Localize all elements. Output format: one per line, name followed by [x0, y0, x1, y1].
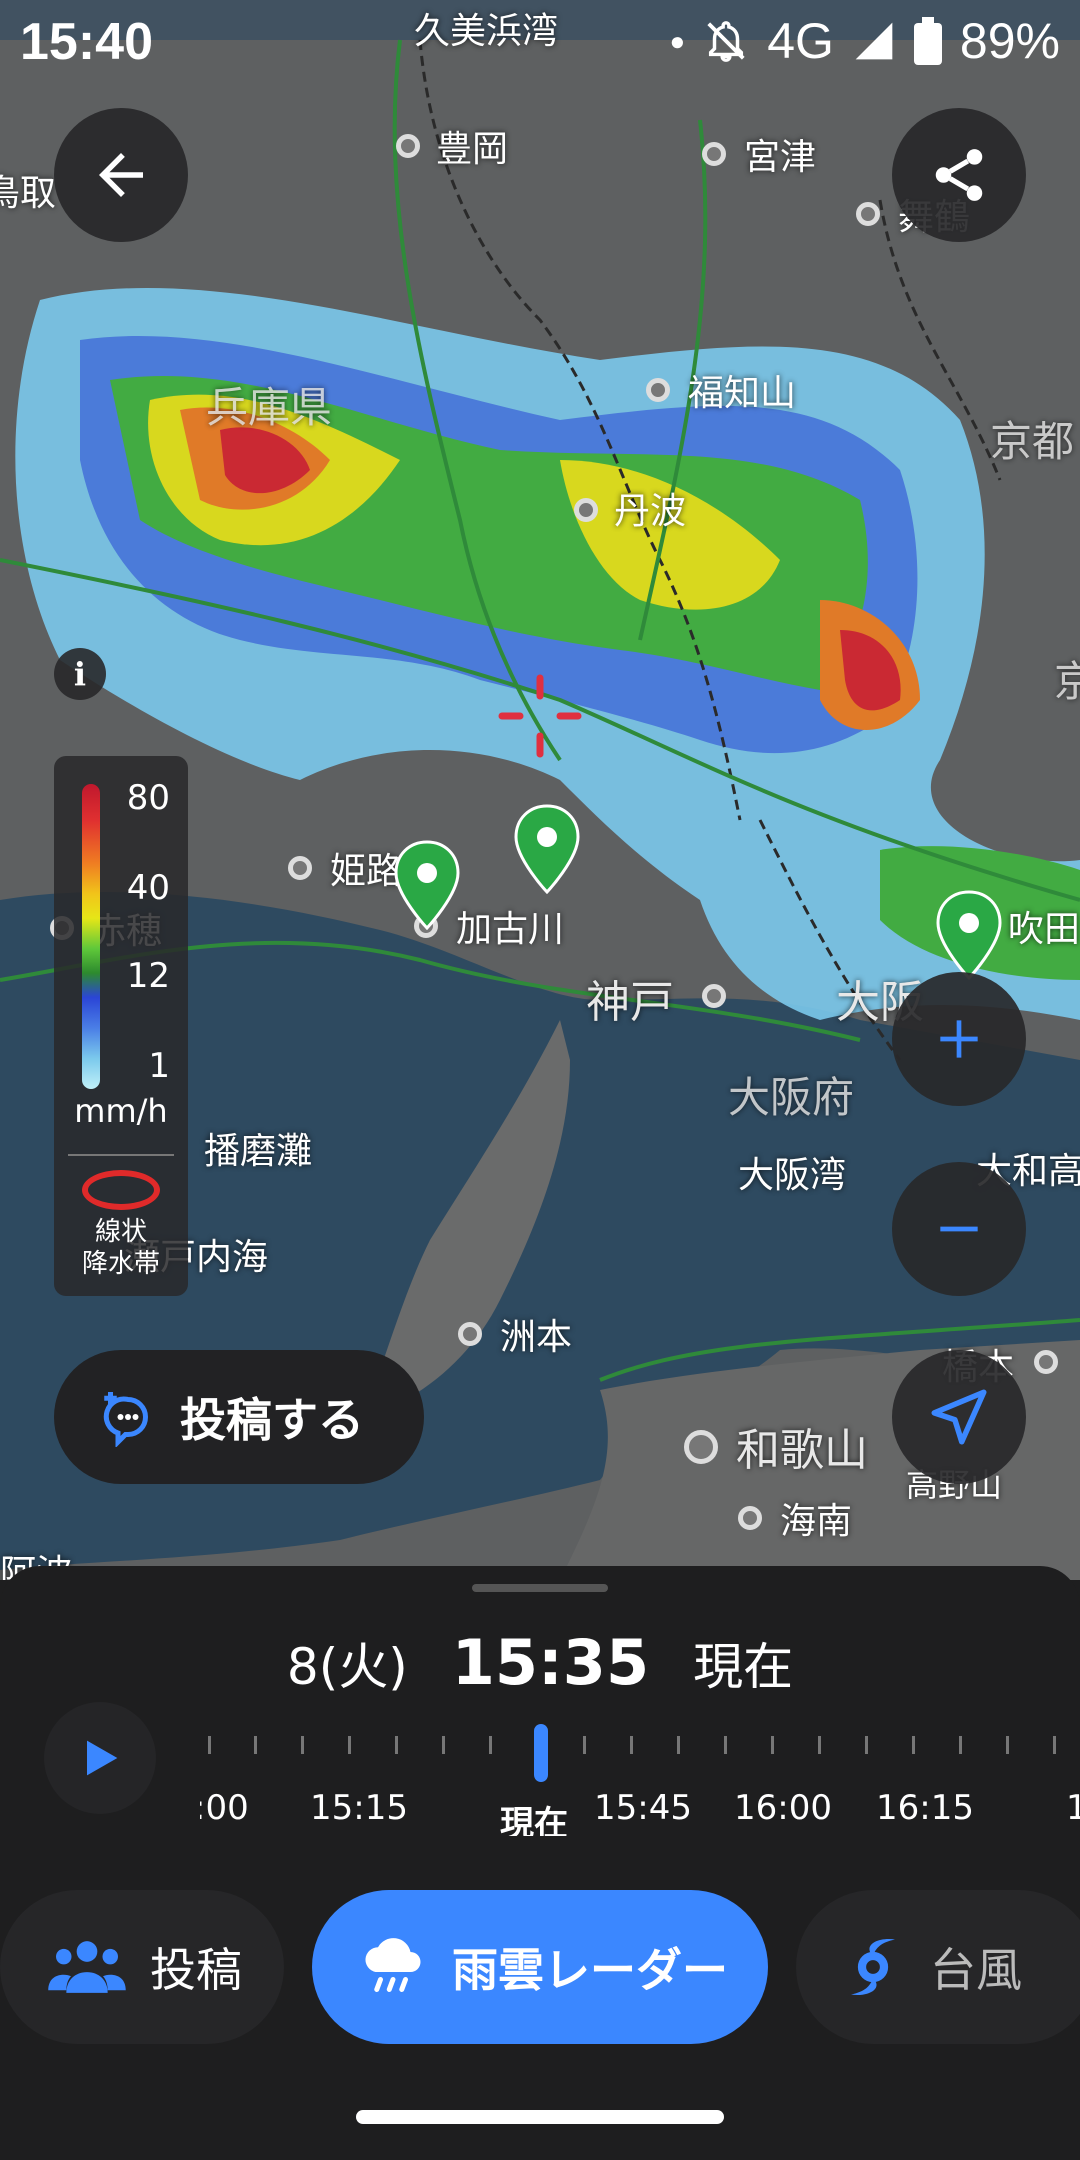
label-tottori: 鳥取: [0, 173, 57, 214]
time-label: 15:35: [451, 1626, 650, 1699]
date-label: 8(火): [286, 1638, 408, 1696]
network-type: 4G: [767, 13, 834, 69]
label-toyooka: 豊岡: [436, 129, 509, 170]
city-dot: [1034, 1350, 1058, 1374]
create-post-label: 投稿する: [180, 1393, 364, 1447]
status-bar: 15:40 ● 4G 89%: [0, 0, 1080, 80]
play-icon: [87, 1740, 118, 1776]
label-himeji: 姫路: [330, 851, 403, 892]
label-sumoto: 洲本: [500, 1317, 573, 1358]
timeline-label: 16:00: [734, 1788, 832, 1828]
zoom-out-button[interactable]: [892, 1162, 1026, 1296]
share-icon: [935, 149, 983, 201]
legend-unit: mm/h: [74, 1092, 168, 1130]
city-dot: [646, 378, 670, 402]
time-slider[interactable]: :00 15:15 現在 15:45 16:00 16:15 1: [200, 1696, 1080, 1836]
label-kyoto: 京都: [990, 417, 1075, 466]
timeline-label: 1: [1066, 1788, 1080, 1828]
timeline-label-now: 現在: [500, 1804, 568, 1836]
rain-cloud-icon: [365, 1938, 421, 1992]
battery-icon: [913, 17, 942, 65]
signal-icon: [855, 22, 893, 60]
tab-rain-radar-label: 雨雲レーダー: [452, 1943, 728, 1997]
city-dot: [738, 1506, 762, 1530]
tab-rain-radar[interactable]: 雨雲レーダー: [312, 1890, 768, 2044]
home-indicator[interactable]: [356, 2110, 724, 2124]
legend-value: 40: [126, 868, 170, 908]
status-time: 15:40: [20, 13, 153, 71]
minus-icon: [940, 1226, 978, 1232]
tab-posts-label: 投稿: [150, 1943, 242, 1997]
label-suita: 吹田: [1008, 909, 1080, 950]
label-kobe: 神戸: [586, 977, 674, 1028]
label-osakawan: 大阪湾: [738, 1155, 847, 1196]
timeline-label: 15:15: [310, 1788, 408, 1828]
arrow-left-icon: [99, 153, 143, 197]
legend-value: 12: [126, 956, 170, 996]
typhoon-icon: [851, 1938, 895, 1996]
label-osakafu: 大阪府: [728, 1073, 855, 1122]
bell-off-icon: [707, 21, 745, 62]
post-pin-icon[interactable]: [514, 804, 580, 894]
panel-drag-handle[interactable]: [472, 1584, 608, 1592]
people-icon: [48, 1941, 126, 1993]
plus-icon: [940, 1020, 978, 1058]
post-pin-icon[interactable]: [394, 840, 460, 930]
map-center-crosshair-icon: [498, 674, 582, 758]
bottom-tabs: 投稿 雨雲レーダー 台風: [0, 1890, 1080, 2050]
label-kakogawa: 加古川: [456, 909, 565, 950]
time-panel: 8(火) 15:35 現在 :00 15:15 現在 15:45 16:00 1…: [0, 1566, 1080, 2160]
label-kainan: 海南: [780, 1501, 853, 1542]
label-miyazu: 宮津: [744, 137, 817, 178]
label-hyogo: 兵庫県: [206, 383, 333, 432]
current-location-button[interactable]: [892, 1350, 1026, 1484]
city-dot: [702, 984, 726, 1008]
play-button[interactable]: [44, 1702, 156, 1814]
linear-rainband-icon: [82, 1170, 160, 1210]
back-button[interactable]: [54, 108, 188, 242]
city-dot: [702, 142, 726, 166]
label-tamba: 丹波: [614, 491, 687, 532]
post-bubble-icon: [103, 1392, 149, 1447]
legend-divider: [68, 1154, 174, 1156]
tab-typhoon-label: 台風: [930, 1943, 1022, 1997]
notification-dot-icon: ●: [669, 25, 686, 56]
city-dot: [458, 1322, 482, 1346]
tab-typhoon[interactable]: 台風: [796, 1890, 1080, 2044]
timeline-label: 16:15: [876, 1788, 974, 1828]
label-kyoto2: 京: [1054, 657, 1080, 706]
legend-value: 1: [148, 1046, 170, 1086]
share-button[interactable]: [892, 108, 1026, 242]
info-button[interactable]: i: [54, 648, 106, 700]
navigation-arrow-icon: [931, 1389, 987, 1445]
legend-color-bar: [82, 784, 100, 1089]
legend-value: 80: [126, 778, 170, 818]
now-status-label: 現在: [693, 1638, 794, 1696]
battery-level: 89%: [959, 13, 1060, 69]
city-dot: [574, 498, 598, 522]
legend-rainband-label: 線状 降水帯: [81, 1217, 160, 1279]
tab-posts[interactable]: 投稿: [0, 1890, 284, 2044]
post-pin-icon[interactable]: [936, 890, 1002, 980]
rain-legend: 80 40 12 1 mm/h 線状 降水帯: [54, 756, 188, 1296]
label-wakayama: 和歌山: [736, 1425, 868, 1476]
create-post-button[interactable]: 投稿する: [54, 1350, 424, 1484]
time-slider-thumb[interactable]: [534, 1724, 548, 1782]
zoom-in-button[interactable]: [892, 972, 1026, 1106]
city-dot: [684, 1430, 718, 1464]
label-fukuchiyama: 福知山: [688, 373, 797, 414]
city-dot: [288, 856, 312, 880]
radar-map[interactable]: 久美浜湾 豊岡 宮津 舞鶴 鳥取 兵庫県 福知山 京都 丹波 京 姫路 赤穂 加…: [0, 0, 1080, 1580]
timeline-label: 15:45: [594, 1788, 692, 1828]
timeline-label: :00: [200, 1788, 249, 1828]
label-harimanada: 播磨灘: [204, 1131, 313, 1172]
status-icons: ● 4G 89%: [670, 12, 1061, 70]
current-datetime: 8(火) 15:35 現在: [0, 1626, 1080, 1699]
city-dot: [396, 134, 420, 158]
city-dot: [856, 202, 880, 226]
